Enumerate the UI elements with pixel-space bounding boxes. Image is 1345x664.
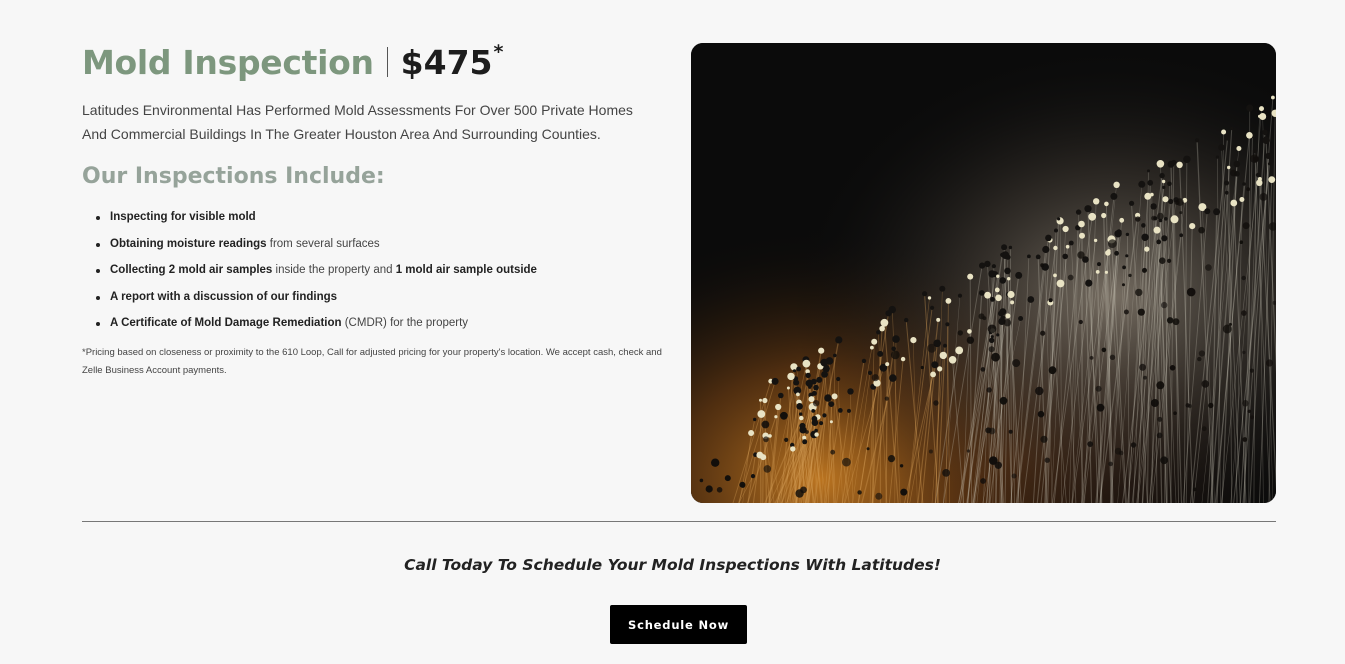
cta-heading: Call Today To Schedule Your Mold Inspect… [404,556,941,574]
item-text: (CMDR) for the property [341,317,469,330]
page-title: Mold Inspection [82,42,374,82]
content-column: Mold Inspection $475* Latitudes Environm… [82,40,662,380]
item-bold-text: Collecting 2 mold air samples [110,264,273,277]
intro-paragraph: Latitudes Environmental Has Performed Mo… [82,102,633,142]
inspections-list: Inspecting for visible mold Obtaining mo… [82,211,662,330]
bullet-icon [96,295,100,300]
list-item: Obtaining moisture readings from several… [96,237,662,251]
item-bold-text: Inspecting for visible mold [110,211,256,223]
item-text: from several surfaces [266,237,380,250]
list-item: Collecting 2 mold air samples inside the… [96,264,662,277]
item-bold-text: Obtaining moisture readings [110,237,267,250]
inspections-heading: Our Inspections Include: [82,164,385,189]
price: $475* [400,40,504,82]
list-item: A report with a discussion of our findin… [96,290,662,304]
item-bold-text: A report with a discussion of our findin… [110,290,338,303]
pricing-footnote: *Pricing based on closeness or proximity… [82,346,662,376]
price-asterisk: * [493,40,504,63]
list-item: A Certificate of Mold Damage Remediation… [96,317,662,330]
price-value: $475 [400,42,493,82]
title-row: Mold Inspection $475* [82,40,662,84]
bullet-icon [96,242,100,247]
title-divider [386,47,388,77]
item-bold-text: 1 mold air sample outside [395,264,537,277]
item-text: inside the property and [272,264,396,277]
section-divider [82,521,1276,522]
bullet-icon [96,322,100,327]
schedule-now-button[interactable]: Schedule Now [610,605,747,644]
item-bold-text: A Certificate of Mold Damage Remediation [110,317,342,330]
bullet-icon [96,269,100,274]
mold-macro-photo [691,43,1276,503]
bullet-icon [96,216,100,220]
list-item: Inspecting for visible mold [96,211,662,224]
